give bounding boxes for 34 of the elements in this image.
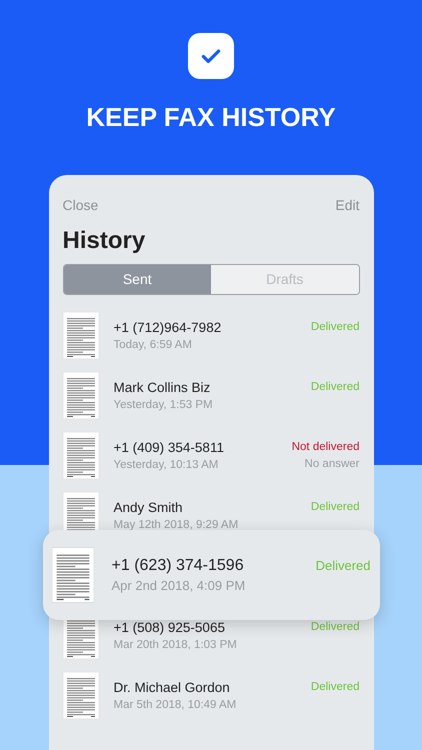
panel-title: History <box>62 226 146 256</box>
document-thumbnail <box>62 672 98 718</box>
recipient-name: +1 (712)964-7982 <box>114 318 222 336</box>
delivery-status: Delivered <box>310 680 360 695</box>
document-thumbnail <box>62 312 98 358</box>
fax-time: Mar 20th 2018, 1:03 PM <box>114 638 238 652</box>
delivery-status: Delivered <box>310 500 360 515</box>
fax-time: Apr 2nd 2018, 4:09 PM <box>112 577 246 595</box>
document-thumbnail <box>52 547 94 603</box>
recipient-name: Dr. Michael Gordon <box>114 678 231 696</box>
segment-tab[interactable]: Sent <box>64 265 211 294</box>
recipient-name: Andy Smith <box>114 498 184 516</box>
document-thumbnail <box>62 432 98 478</box>
fax-time: Mar 5th 2018, 10:49 AM <box>114 698 238 712</box>
delivery-status: Delivered <box>310 320 360 335</box>
checkmark-icon <box>188 33 234 79</box>
edit-button[interactable]: Edit <box>335 195 360 216</box>
recipient-name: +1 (623) 374-1596 <box>112 556 245 576</box>
recipient-name: +1 (508) 925-5065 <box>114 618 226 636</box>
headline: KEEP FAX HISTORY <box>86 101 336 133</box>
fax-time: May 12th 2018, 9:29 AM <box>114 518 240 532</box>
close-button[interactable]: Close <box>62 195 98 216</box>
delivery-status: Delivered <box>310 380 360 395</box>
fax-time: Yesterday, 10:13 AM <box>114 458 220 472</box>
recipient-name: +1 (409) 354-5811 <box>114 438 225 456</box>
document-thumbnail <box>62 372 98 418</box>
fax-time: Yesterday, 1:53 PM <box>114 398 214 412</box>
delivery-status: Delivered <box>310 620 360 635</box>
delivery-status: Not delivered <box>292 440 360 455</box>
dragged-row-popover[interactable]: +1 (623) 374-1596 Apr 2nd 2018, 4:09 PM Delivered <box>42 530 380 620</box>
recipient-name: Mark Collins Biz <box>114 378 212 396</box>
fax-time: Today, 6:59 AM <box>114 338 193 352</box>
delivery-status: Delivered <box>316 557 370 575</box>
failure-reason: No answer <box>304 457 360 472</box>
